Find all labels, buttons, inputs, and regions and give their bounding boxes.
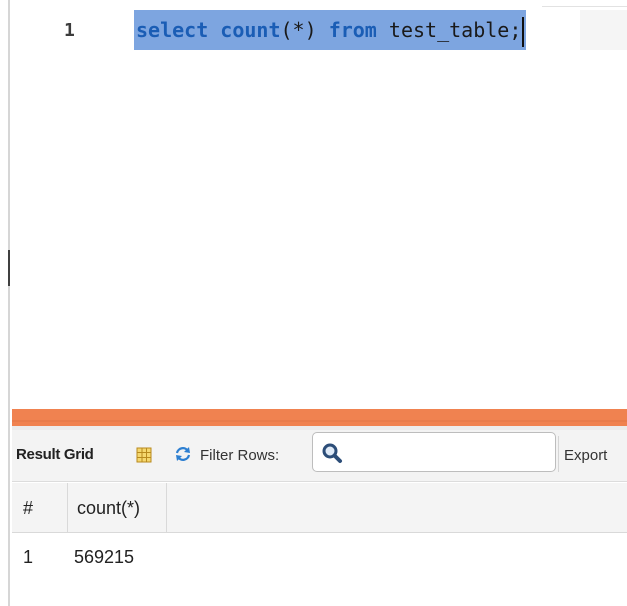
result-grid: # count(*) 1 569215 [12, 483, 627, 606]
cell-rownum: 1 [23, 547, 34, 567]
keyword-select: select [136, 18, 209, 42]
line-number: 1 [64, 20, 75, 41]
export-button[interactable]: Export [564, 447, 607, 464]
search-icon [321, 442, 343, 464]
panel-splitter[interactable] [12, 409, 627, 426]
toolbar-separator [558, 436, 559, 472]
sql-editor[interactable]: 1 select count(*) from test_table; [12, 0, 627, 410]
cell-count[interactable]: 569215 [74, 547, 134, 568]
grid-header: # count(*) [12, 483, 627, 533]
splitter-line [12, 420, 627, 422]
code-line-selected[interactable]: select count(*) from test_table; [134, 10, 527, 50]
text-caret [522, 16, 525, 47]
function-count: count [220, 18, 281, 42]
filter-rows-input[interactable] [312, 432, 556, 472]
editor-right-shade [580, 10, 627, 50]
table-row[interactable]: 1 569215 [12, 533, 627, 579]
count-args: (*) [280, 18, 317, 42]
column-separator[interactable] [67, 483, 68, 533]
result-grid-label[interactable]: Result Grid [16, 446, 94, 463]
column-header-count[interactable]: count(*) [77, 498, 140, 519]
filter-rows-label: Filter Rows: [200, 447, 280, 464]
refresh-icon[interactable] [174, 445, 192, 463]
table-name: test_table; [388, 18, 522, 42]
left-window-border [0, 0, 10, 606]
result-toolbar: Result Grid Filter Rows: Export [12, 430, 627, 482]
column-header-rownum[interactable]: # [23, 498, 33, 519]
left-resize-marker[interactable] [8, 250, 10, 286]
keyword-from: from [328, 18, 377, 42]
editor-top-edge [542, 0, 627, 7]
column-separator[interactable] [166, 483, 167, 533]
result-grid-icon[interactable] [136, 447, 152, 463]
